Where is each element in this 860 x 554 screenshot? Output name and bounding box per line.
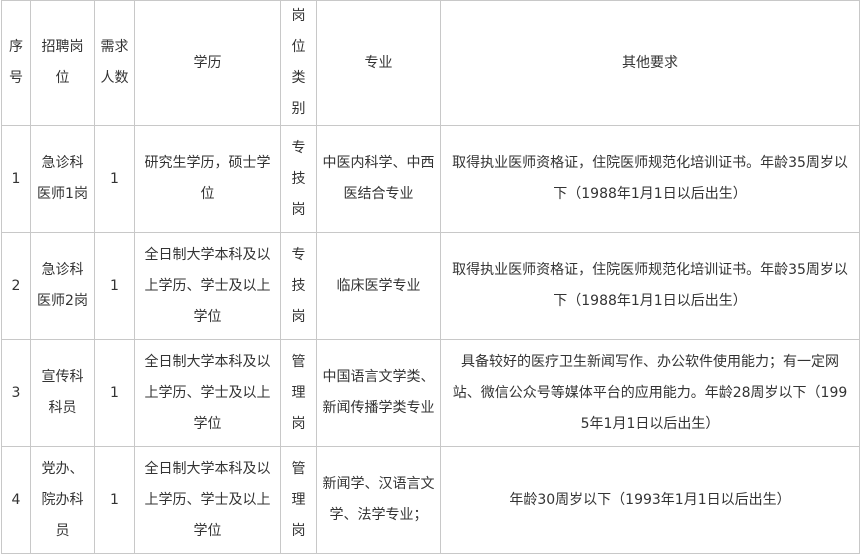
cell-position: 急诊科医师2岗	[30, 232, 95, 340]
table-header: 序号 招聘岗位 需求人数 学历 岗位类别 专业 其他要求	[1, 0, 860, 126]
cell-category: 专技岗	[280, 232, 317, 340]
cell-position: 宣传科科员	[30, 339, 95, 447]
table-row: 4 党办、院办科员 1 全日制大学本科及以上学历、学士及以上学位 管理岗 新闻学…	[1, 446, 860, 554]
cell-category: 管理岗	[280, 339, 317, 447]
table-row: 2 急诊科医师2岗 1 全日制大学本科及以上学历、学士及以上学位 专技岗 临床医…	[1, 232, 860, 340]
header-category: 岗位类别	[280, 0, 317, 126]
header-education: 学历	[134, 0, 281, 126]
cell-count: 1	[94, 339, 135, 447]
header-row: 序号 招聘岗位 需求人数 学历 岗位类别 专业 其他要求	[1, 0, 860, 126]
cell-category: 管理岗	[280, 446, 317, 554]
header-count: 需求人数	[94, 0, 135, 126]
cell-major: 新闻学、汉语言文学、法学专业；	[316, 446, 441, 554]
cell-count: 1	[94, 446, 135, 554]
cell-major: 临床医学专业	[316, 232, 441, 340]
cell-major: 中医内科学、中西医结合专业	[316, 125, 441, 233]
cell-education: 全日制大学本科及以上学历、学士及以上学位	[134, 446, 281, 554]
header-index: 序号	[1, 0, 31, 126]
cell-index: 1	[1, 125, 31, 233]
cell-index: 2	[1, 232, 31, 340]
header-position: 招聘岗位	[30, 0, 95, 126]
cell-requirements: 取得执业医师资格证，住院医师规范化培训证书。年龄35周岁以下（1988年1月1日…	[440, 232, 860, 340]
cell-education: 全日制大学本科及以上学历、学士及以上学位	[134, 232, 281, 340]
cell-education: 研究生学历，硕士学位	[134, 125, 281, 233]
cell-index: 4	[1, 446, 31, 554]
recruitment-table: 序号 招聘岗位 需求人数 学历 岗位类别 专业 其他要求 1 急诊科医师1岗 1…	[1, 0, 860, 554]
header-requirements: 其他要求	[440, 0, 860, 126]
cell-index: 3	[1, 339, 31, 447]
header-major: 专业	[316, 0, 441, 126]
cell-requirements: 具备较好的医疗卫生新闻写作、办公软件使用能力；有一定网站、微信公众号等媒体平台的…	[440, 339, 860, 447]
cell-requirements: 取得执业医师资格证，住院医师规范化培训证书。年龄35周岁以下（1988年1月1日…	[440, 125, 860, 233]
cell-count: 1	[94, 125, 135, 233]
table-row: 1 急诊科医师1岗 1 研究生学历，硕士学位 专技岗 中医内科学、中西医结合专业…	[1, 125, 860, 233]
cell-requirements: 年龄30周岁以下（1993年1月1日以后出生）	[440, 446, 860, 554]
table-row: 3 宣传科科员 1 全日制大学本科及以上学历、学士及以上学位 管理岗 中国语言文…	[1, 339, 860, 447]
cell-category: 专技岗	[280, 125, 317, 233]
cell-position: 党办、院办科员	[30, 446, 95, 554]
cell-major: 中国语言文学类、新闻传播学类专业	[316, 339, 441, 447]
cell-count: 1	[94, 232, 135, 340]
cell-position: 急诊科医师1岗	[30, 125, 95, 233]
table-body: 1 急诊科医师1岗 1 研究生学历，硕士学位 专技岗 中医内科学、中西医结合专业…	[1, 125, 860, 554]
cell-education: 全日制大学本科及以上学历、学士及以上学位	[134, 339, 281, 447]
